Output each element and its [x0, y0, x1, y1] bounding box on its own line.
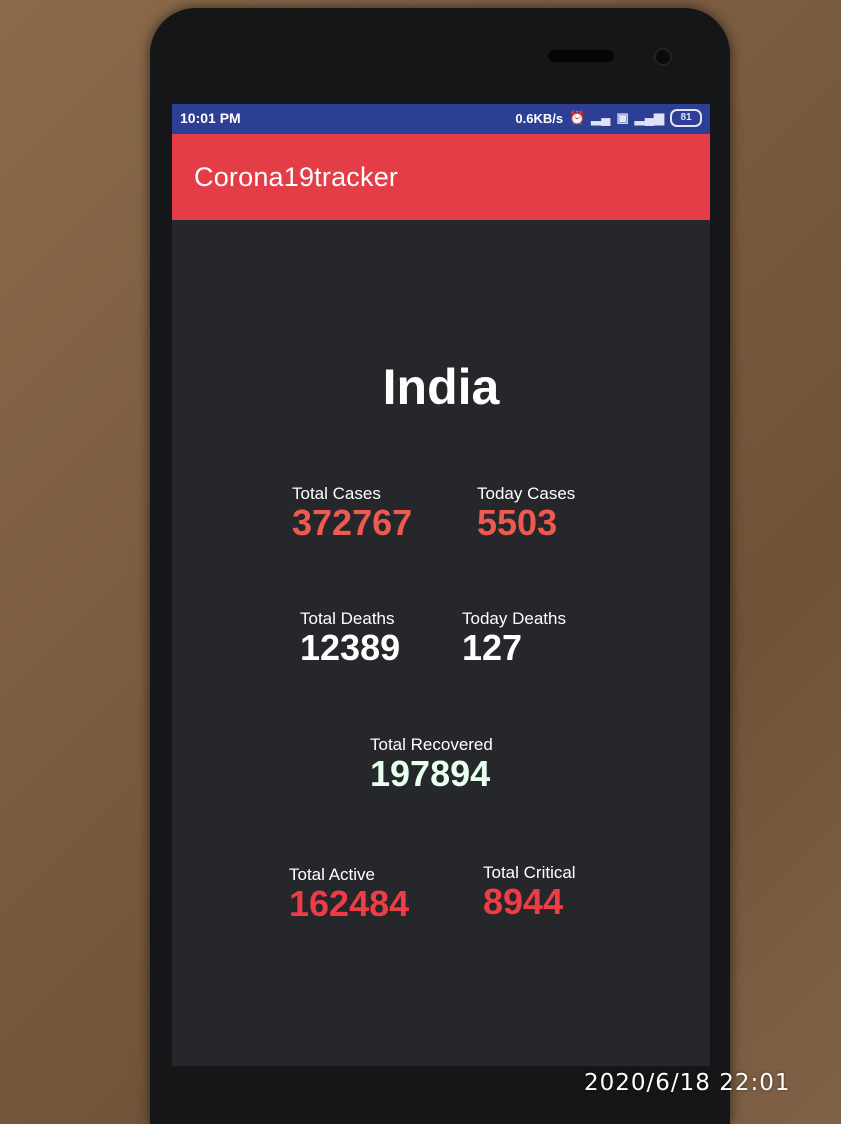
4g-signal-icon: ▂▄▆ [634, 110, 664, 125]
stat-total-active: Total Active 162484 [289, 865, 409, 923]
status-icons: 0.6KB/s ⏰ ▂▄ ▣ ▂▄▆ 81 [515, 109, 702, 127]
phone-earpiece [548, 50, 614, 62]
total-critical-value: 8944 [483, 881, 564, 922]
today-cases-value: 5503 [477, 502, 558, 543]
status-bar: 10:01 PM 0.6KB/s ⏰ ▂▄ ▣ ▂▄▆ 81 [172, 104, 710, 134]
stat-today-cases: Today Cases 5503 [477, 484, 575, 542]
total-deaths-label: Total Deaths [300, 609, 395, 628]
total-active-label: Total Active [289, 865, 375, 884]
phone-screen: 10:01 PM 0.6KB/s ⏰ ▂▄ ▣ ▂▄▆ 81 Corona19t… [172, 104, 710, 1066]
stat-total-recovered: Total Recovered 197894 [370, 735, 493, 793]
total-critical-label: Total Critical [483, 863, 576, 882]
total-recovered-label: Total Recovered [370, 735, 493, 754]
stat-total-critical: Total Critical 8944 [483, 863, 576, 921]
country-name: India [382, 359, 500, 415]
total-recovered-value: 197894 [370, 753, 491, 794]
app-title: Corona19tracker [194, 162, 399, 192]
photo-timestamp: 2020/6/18 22:01 [584, 1070, 791, 1096]
front-camera [654, 48, 672, 66]
today-deaths-value: 127 [462, 627, 523, 668]
stats-content: India Total Cases 372767 Today Cases 550… [172, 220, 710, 1066]
total-cases-value: 372767 [292, 502, 413, 543]
stat-total-deaths: Total Deaths 12389 [300, 609, 400, 667]
total-active-value: 162484 [289, 883, 410, 924]
battery-icon: 81 [670, 109, 702, 127]
today-cases-label: Today Cases [477, 484, 576, 503]
today-deaths-label: Today Deaths [462, 609, 566, 628]
mute-alarm-icon: ⏰ [569, 110, 586, 125]
total-cases-label: Total Cases [292, 484, 381, 503]
sim-icon: ▣ [616, 110, 629, 125]
stat-today-deaths: Today Deaths 127 [462, 609, 566, 667]
signal-icon: ▂▄ [591, 110, 611, 125]
status-time: 10:01 PM [180, 110, 241, 126]
stat-total-cases: Total Cases 372767 [292, 484, 412, 542]
total-deaths-value: 12389 [300, 627, 401, 668]
network-speed: 0.6KB/s [515, 110, 564, 126]
app-bar: Corona19tracker [172, 134, 710, 220]
